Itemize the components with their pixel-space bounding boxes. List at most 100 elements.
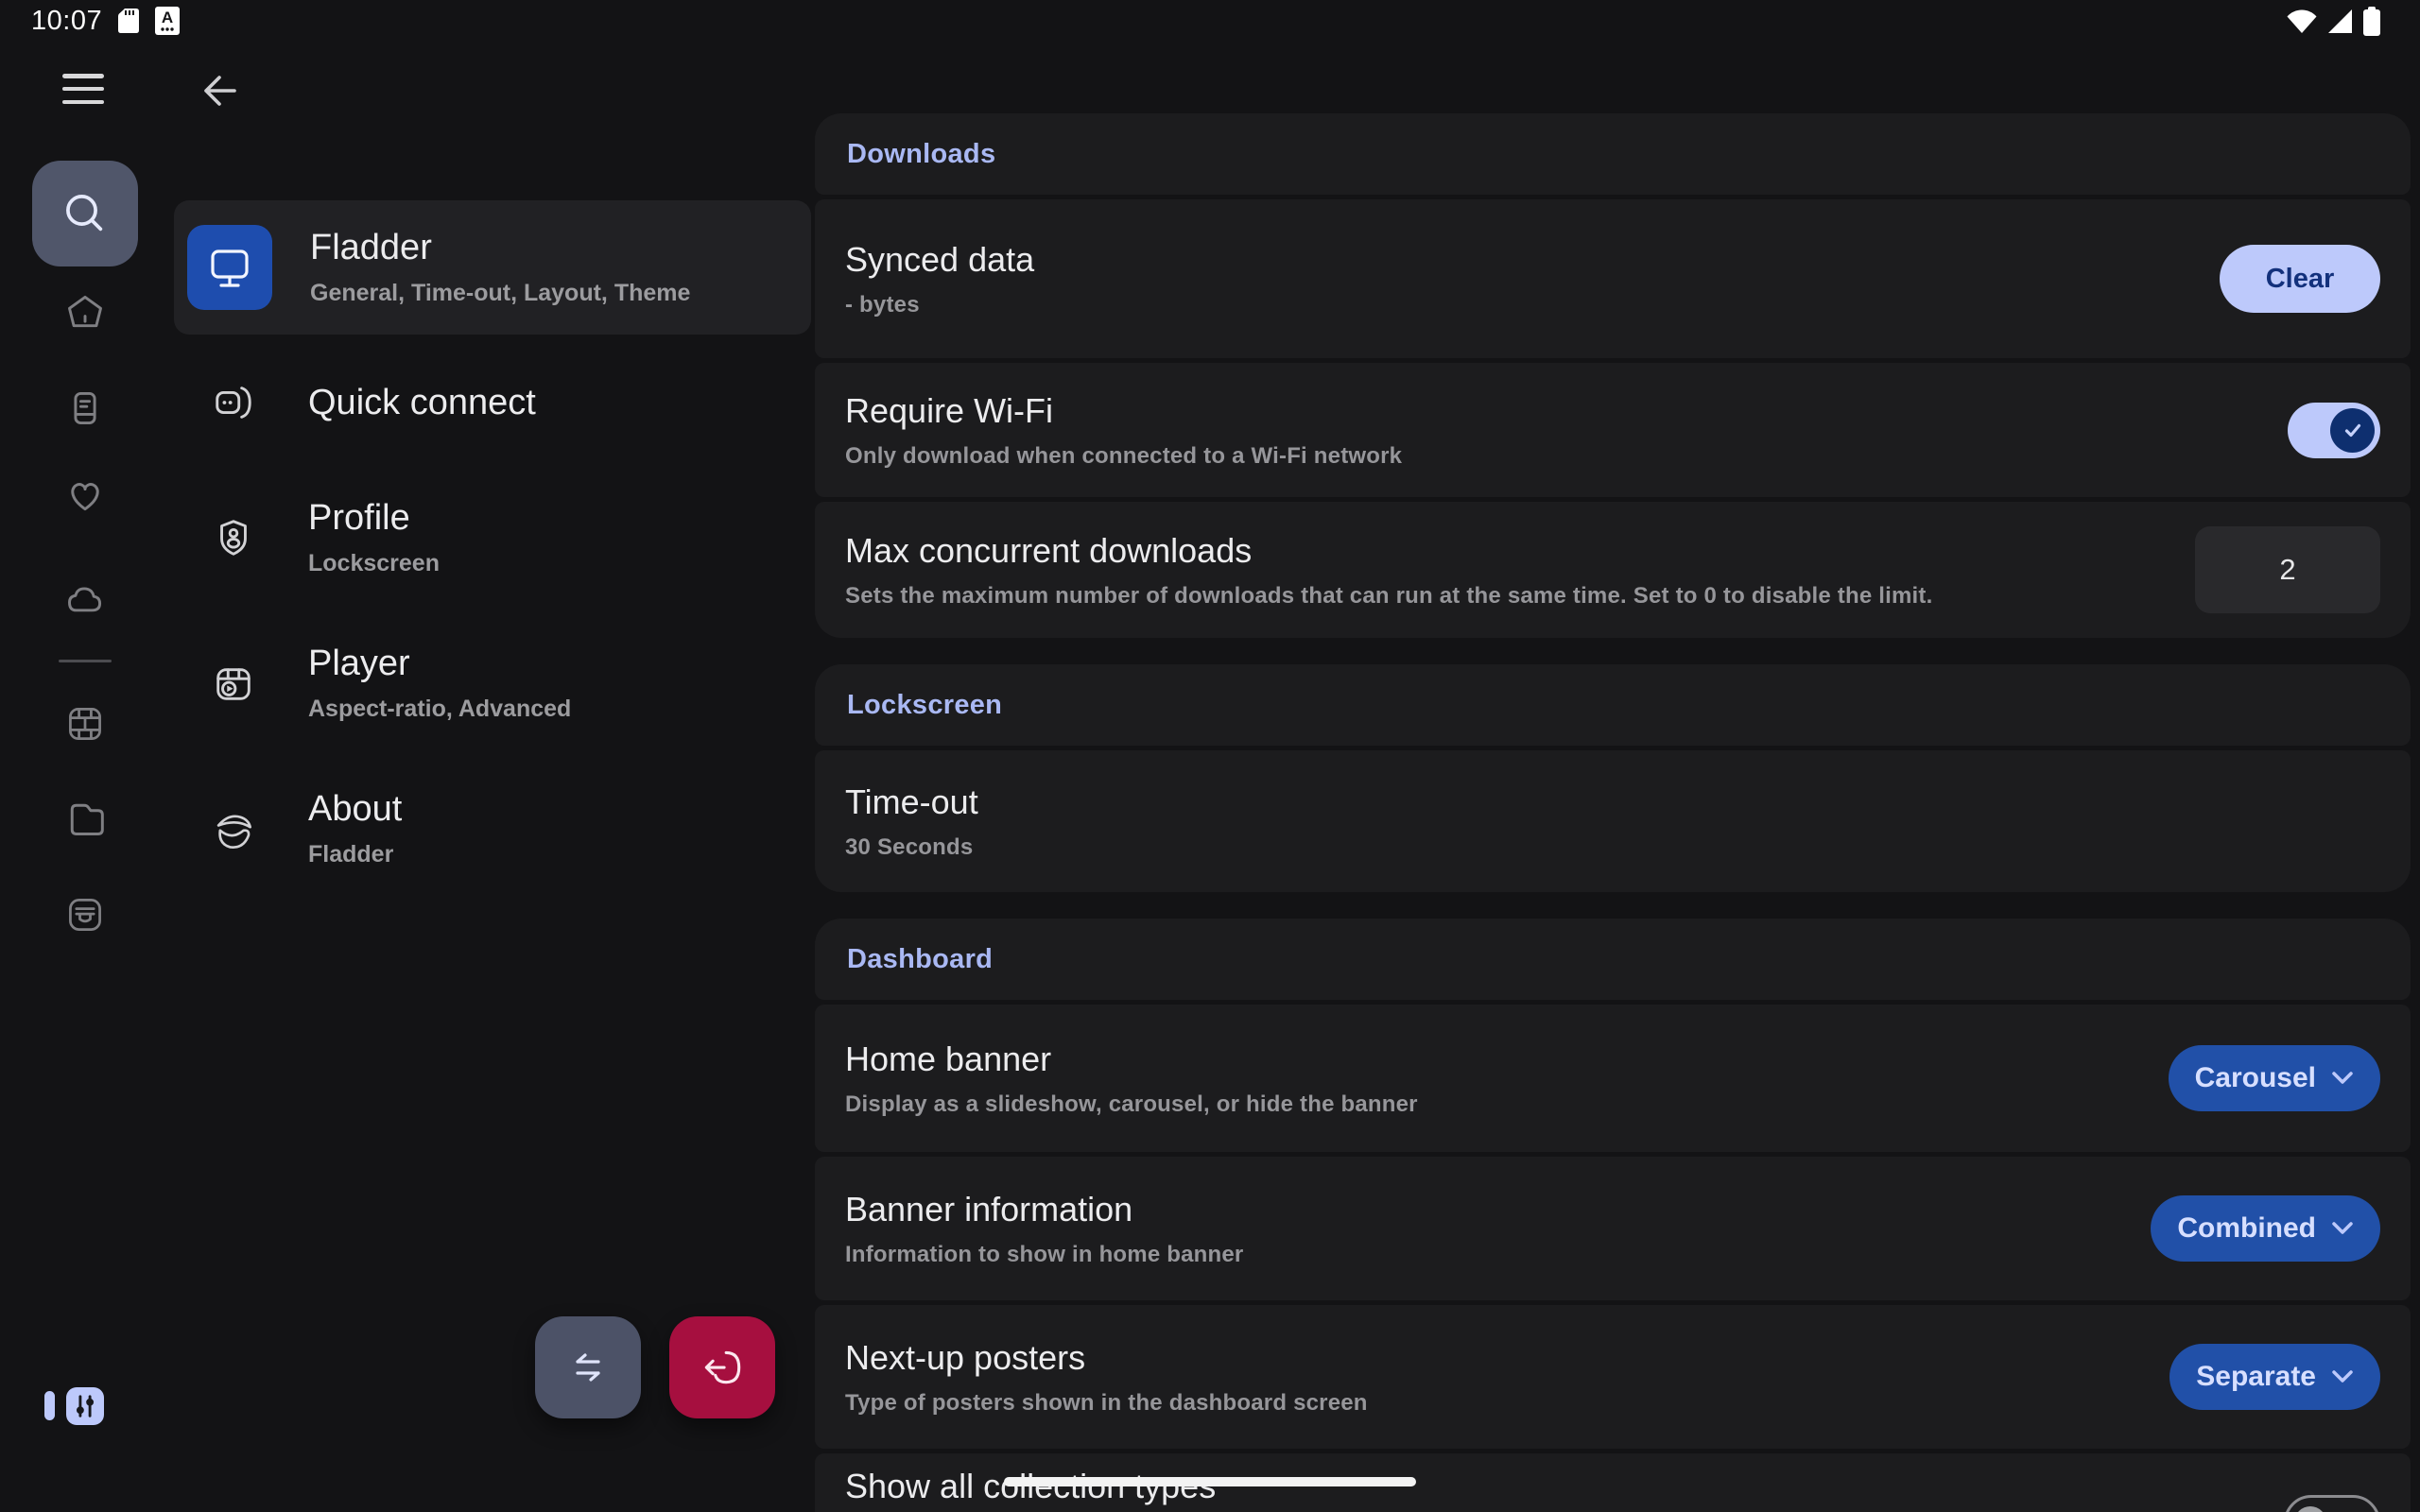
nav-rail [0, 42, 172, 1512]
rail-item-home[interactable] [64, 291, 106, 333]
clock: 10:07 [31, 6, 102, 37]
max-downloads-value[interactable]: 2 [2195, 526, 2380, 613]
banner-information-dropdown[interactable]: Combined [2151, 1195, 2380, 1262]
row-subtitle: - bytes [845, 292, 2182, 318]
monitor-icon [187, 225, 272, 310]
row-subtitle: Type of posters shown in the dashboard s… [845, 1390, 2132, 1417]
screen: 10:07 A [0, 0, 2420, 1512]
rail-item-sync[interactable] [64, 577, 106, 619]
nav-item-title: Profile [308, 498, 440, 539]
row-title: Max concurrent downloads [845, 531, 2157, 571]
row-title: Home banner [845, 1040, 2131, 1079]
nav-item-player[interactable]: Player Aspect-ratio, Advanced [174, 616, 811, 750]
setting-row-timeout[interactable]: Time-out 30 Seconds [815, 750, 2411, 892]
clear-button[interactable]: Clear [2220, 245, 2380, 313]
logout-button[interactable] [669, 1316, 775, 1418]
home-icon [64, 291, 106, 333]
svg-text:A: A [162, 9, 173, 26]
row-title: Banner information [845, 1190, 2113, 1229]
nav-item-fladder[interactable]: Fladder General, Time-out, Layout, Theme [174, 200, 811, 335]
row-subtitle: Sets the maximum number of downloads tha… [845, 583, 2157, 610]
row-title: Require Wi-Fi [845, 391, 2250, 431]
nav-item-subtitle: Fladder [308, 841, 402, 868]
nav-item-about[interactable]: About Fladder [174, 762, 811, 896]
nav-item-title: About [308, 789, 402, 830]
film-icon [64, 703, 106, 745]
shield-user-icon [212, 516, 255, 559]
nav-item-subtitle: Aspect-ratio, Advanced [308, 696, 571, 723]
keyboard-a-icon: A [155, 7, 180, 35]
fladder-bird-icon [212, 807, 255, 850]
library-icon [64, 387, 106, 429]
menu-icon[interactable] [62, 74, 104, 104]
logout-icon [699, 1344, 746, 1391]
cloud-icon [64, 577, 106, 619]
setting-row-require-wifi[interactable]: Require Wi-Fi Only download when connect… [815, 363, 2411, 497]
home-banner-dropdown[interactable]: Carousel [2169, 1045, 2380, 1111]
setting-row-next-up-posters[interactable]: Next-up posters Type of posters shown in… [815, 1305, 2411, 1449]
settings-nav-panel: Fladder General, Time-out, Layout, Theme… [172, 42, 815, 1512]
rail-item-search[interactable] [32, 161, 138, 266]
require-wifi-toggle[interactable] [2288, 403, 2380, 458]
rail-item-folders[interactable] [64, 798, 106, 839]
next-up-posters-dropdown[interactable]: Separate [2169, 1344, 2380, 1410]
setting-row-synced-data[interactable]: Synced data - bytes Clear [815, 199, 2411, 358]
dropdown-value: Separate [2196, 1361, 2316, 1393]
row-subtitle: Information to show in home banner [845, 1242, 2113, 1268]
swap-arrows-icon [565, 1345, 611, 1390]
quick-connect-icon [212, 381, 255, 424]
status-bar: 10:07 A [0, 0, 2420, 42]
rail-item-favorites[interactable] [64, 474, 106, 516]
row-title: Synced data [845, 240, 2182, 280]
settings-panel: Downloads Synced data - bytes Clear Requ… [815, 113, 2411, 1512]
row-title: Time-out [845, 782, 2380, 822]
section-header-label: Dashboard [847, 944, 993, 975]
sdcard-icon [117, 8, 140, 34]
settings-nav-list: Fladder General, Time-out, Layout, Theme… [174, 200, 811, 896]
setting-row-banner-information[interactable]: Banner information Information to show i… [815, 1157, 2411, 1300]
nav-item-title: Quick connect [308, 383, 536, 423]
check-icon [2342, 420, 2363, 440]
sliders-icon [69, 1390, 101, 1422]
switch-server-button[interactable] [535, 1316, 641, 1418]
dropdown-value: Combined [2177, 1212, 2316, 1245]
battery-icon [2363, 7, 2380, 36]
chevron-down-icon [2331, 1070, 2354, 1087]
rail-item-collections[interactable] [64, 894, 106, 936]
row-subtitle: 30 Seconds [845, 834, 2380, 861]
nav-item-title: Fladder [310, 228, 690, 268]
nav-item-subtitle: General, Time-out, Layout, Theme [310, 280, 690, 307]
section-header: Dashboard [815, 919, 2411, 1000]
chevron-down-icon [2331, 1220, 2354, 1237]
rail-item-movies[interactable] [64, 703, 106, 745]
show-all-collection-types-toggle[interactable] [2284, 1495, 2380, 1512]
nav-item-quick-connect[interactable]: Quick connect [174, 346, 811, 459]
section-downloads: Downloads Synced data - bytes Clear Requ… [815, 113, 2411, 638]
player-icon [212, 662, 255, 705]
dropdown-value: Carousel [2195, 1062, 2316, 1094]
gesture-bar[interactable] [1004, 1477, 1416, 1486]
toggle-thumb [2330, 408, 2375, 453]
section-header: Lockscreen [815, 664, 2411, 746]
collections-icon [64, 894, 106, 936]
chevron-down-icon [2331, 1368, 2354, 1385]
toggle-thumb [2294, 1506, 2326, 1512]
heart-icon [64, 474, 106, 516]
section-lockscreen: Lockscreen Time-out 30 Seconds [815, 664, 2411, 892]
setting-row-max-downloads[interactable]: Max concurrent downloads Sets the maximu… [815, 502, 2411, 638]
row-title: Show all collection types [845, 1467, 2246, 1506]
rail-selected-indicator [44, 1391, 55, 1420]
back-button[interactable] [197, 68, 242, 113]
wifi-icon [2286, 9, 2318, 34]
nav-item-profile[interactable]: Profile Lockscreen [174, 471, 811, 605]
arrow-left-icon [197, 70, 238, 112]
section-header: Downloads [815, 113, 2411, 195]
section-dashboard: Dashboard Home banner Display as a slide… [815, 919, 2411, 1512]
setting-row-home-banner[interactable]: Home banner Display as a slideshow, caro… [815, 1005, 2411, 1152]
cell-signal-icon [2327, 9, 2354, 34]
rail-divider [59, 660, 112, 662]
row-title: Next-up posters [845, 1338, 2132, 1378]
rail-item-library[interactable] [64, 387, 106, 429]
section-header-label: Downloads [847, 139, 995, 170]
rail-item-settings[interactable] [66, 1387, 104, 1425]
